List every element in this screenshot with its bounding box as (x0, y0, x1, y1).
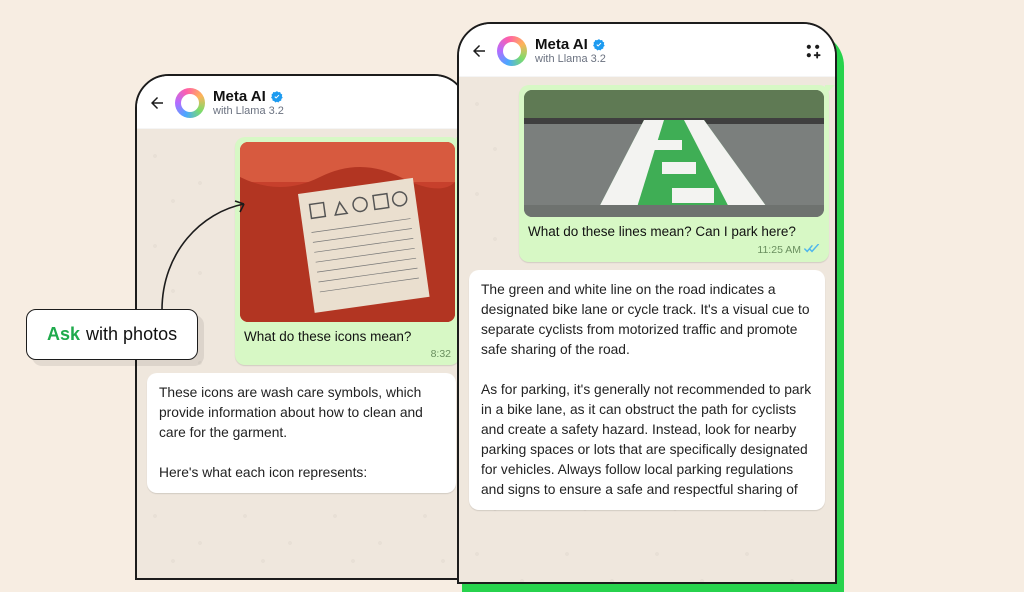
callout-pill: Ask with photos (26, 309, 198, 360)
phone-mock-front: Meta AI with Llama 3.2 (457, 22, 837, 584)
ai-message-bubble[interactable]: These icons are wash care symbols, which… (147, 373, 456, 493)
chat-body[interactable]: What do these lines mean? Can I park her… (459, 77, 835, 582)
ai-message-bubble[interactable]: The green and white line on the road ind… (469, 270, 825, 510)
chat-subtitle: with Llama 3.2 (213, 105, 284, 118)
user-message-bubble[interactable]: What do these icons mean? 8:32 (235, 137, 460, 365)
verified-badge-icon (592, 38, 606, 52)
meta-ai-avatar-icon[interactable] (175, 88, 205, 118)
back-arrow-icon[interactable] (469, 41, 489, 61)
user-message-text: What do these lines mean? Can I park her… (524, 217, 824, 243)
read-receipt-icon (804, 243, 820, 257)
verified-badge-icon (270, 90, 284, 104)
callout-highlight: Ask (47, 324, 80, 345)
chat-header: Meta AI with Llama 3.2 (137, 76, 466, 129)
message-timestamp: 8:32 (431, 348, 455, 363)
message-timestamp: 11:25 AM (757, 243, 824, 260)
callout-rest: with photos (86, 324, 177, 345)
chat-header: Meta AI with Llama 3.2 (459, 24, 835, 77)
back-arrow-icon[interactable] (147, 93, 167, 113)
attached-photo-road[interactable] (524, 90, 824, 217)
chat-title: Meta AI (213, 88, 266, 105)
attached-photo-garment[interactable] (240, 142, 455, 322)
chat-title: Meta AI (535, 36, 588, 53)
meta-ai-avatar-icon[interactable] (497, 36, 527, 66)
menu-icon[interactable] (803, 41, 823, 61)
chat-subtitle: with Llama 3.2 (535, 53, 606, 66)
user-message-text: What do these icons mean? (240, 322, 455, 348)
user-message-bubble[interactable]: What do these lines mean? Can I park her… (519, 85, 829, 262)
